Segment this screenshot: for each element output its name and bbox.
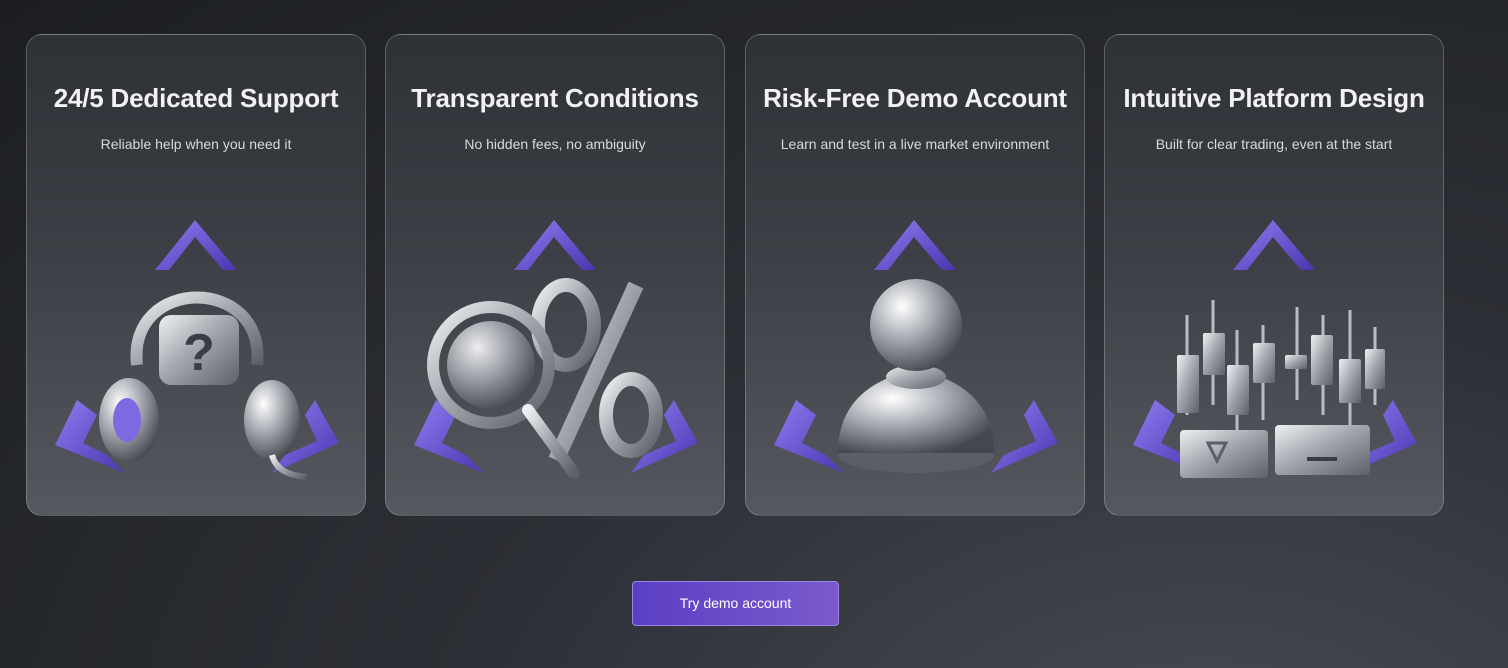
pawn-icon	[774, 220, 1058, 473]
magnifier-percent-icon	[414, 220, 698, 479]
card-subtitle: Reliable help when you need it	[100, 136, 292, 152]
feature-card-platform: Intuitive Platform Design Built for clea…	[1104, 34, 1444, 516]
card-title: Transparent Conditions	[411, 83, 699, 113]
card-subtitle: Learn and test in a live market environm…	[780, 136, 1050, 152]
feature-card-support: 24/5 Dedicated Support Reliable help whe…	[26, 34, 366, 516]
card-title: Intuitive Platform Design	[1123, 83, 1425, 113]
card-subtitle: No hidden fees, no ambiguity	[464, 136, 646, 152]
card-title: 24/5 Dedicated Support	[53, 83, 339, 113]
card-subtitle: Built for clear trading, even at the sta…	[1155, 136, 1393, 152]
candlestick-chart-icon	[1133, 220, 1417, 478]
feature-card-demo: Risk-Free Demo Account Learn and test in…	[745, 34, 1085, 516]
try-demo-button[interactable]: Try demo account	[632, 581, 839, 626]
card-title: Risk-Free Demo Account	[763, 83, 1067, 113]
svg-text:?: ?	[183, 324, 215, 382]
feature-card-conditions: Transparent Conditions No hidden fees, n…	[385, 34, 725, 516]
headset-question-icon: ?	[55, 220, 339, 480]
